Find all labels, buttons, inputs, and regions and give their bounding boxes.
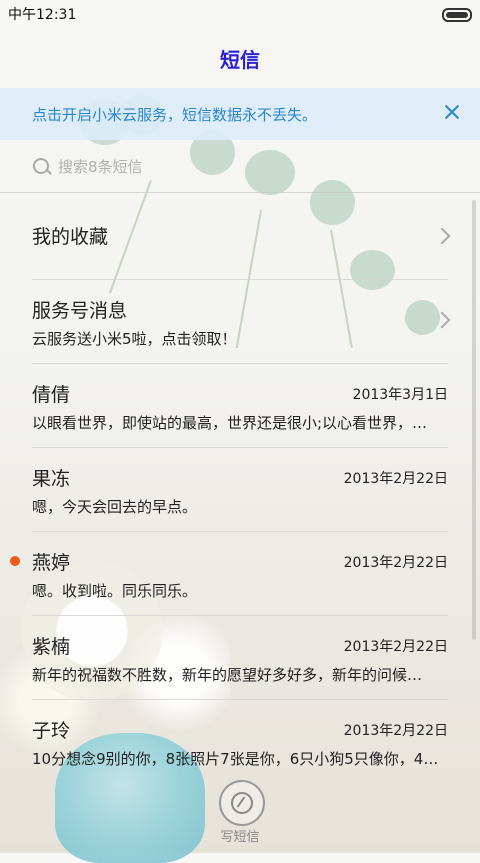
conversation-name: 我的收藏 bbox=[32, 226, 109, 248]
conversation-name: 子玲 bbox=[32, 720, 71, 742]
unread-dot-icon bbox=[10, 556, 20, 566]
conversation-preview: 新年的祝福数不胜数，新年的愿望好多好多，新年的问候… bbox=[32, 666, 423, 684]
conversation-date: 2013年2月22日 bbox=[343, 723, 448, 739]
divider bbox=[0, 192, 480, 193]
conversation-name: 紫楠 bbox=[32, 636, 71, 658]
conversation-preview: 以眼看世界，即使站的最高，世界还是很小;以心看世界，… bbox=[32, 414, 428, 432]
page-title: 短信 bbox=[220, 48, 260, 72]
battery-icon bbox=[442, 8, 472, 22]
conversation-date: 2013年2月22日 bbox=[343, 639, 448, 655]
list-item[interactable]: 子玲 2013年2月22日 10分想念9别的你，8张照片7张是你，6只小狗5只像… bbox=[0, 700, 480, 784]
conversation-preview: 10分想念9别的你，8张照片7张是你，6只小狗5只像你，4… bbox=[32, 750, 439, 768]
conversation-name: 果冻 bbox=[32, 468, 71, 490]
banner-text[interactable]: 点击开启小米云服务，短信数据永不丢失。 bbox=[32, 104, 317, 125]
search-bar[interactable]: 搜索8条短信 bbox=[0, 140, 480, 192]
conversation-date: 2013年2月22日 bbox=[343, 555, 448, 571]
conversation-preview: 嗯，今天会回去的早点。 bbox=[32, 498, 198, 516]
conversation-preview: 云服务送小米5啦，点击领取！ bbox=[32, 330, 237, 348]
compose-button[interactable] bbox=[219, 780, 265, 826]
conversation-name: 燕婷 bbox=[32, 552, 71, 574]
scrollbar[interactable] bbox=[472, 200, 476, 640]
close-icon[interactable] bbox=[440, 100, 464, 124]
chevron-right-icon bbox=[433, 227, 451, 245]
search-icon bbox=[33, 158, 49, 174]
list-item-favorites[interactable]: 我的收藏 bbox=[0, 196, 480, 280]
cloud-service-banner[interactable]: 点击开启小米云服务，短信数据永不丢失。 bbox=[0, 88, 480, 140]
conversation-name: 服务号消息 bbox=[32, 300, 128, 322]
conversation-date: 2013年3月1日 bbox=[352, 387, 448, 403]
list-item[interactable]: 紫楠 2013年2月22日 新年的祝福数不胜数，新年的愿望好多好多，新年的问候… bbox=[0, 616, 480, 700]
list-item[interactable]: 果冻 2013年2月22日 嗯，今天会回去的早点。 bbox=[0, 448, 480, 532]
list-item[interactable]: 倩倩 2013年3月1日 以眼看世界，即使站的最高，世界还是很小;以心看世界，… bbox=[0, 364, 480, 448]
conversation-name: 倩倩 bbox=[32, 384, 71, 406]
status-bar: 中午12:31 bbox=[0, 0, 480, 28]
chevron-right-icon bbox=[433, 311, 451, 329]
list-item[interactable]: 燕婷 2013年2月22日 嗯。收到啦。同乐同乐。 bbox=[0, 532, 480, 616]
compose-pen-icon bbox=[231, 792, 253, 814]
conversation-preview: 嗯。收到啦。同乐同乐。 bbox=[32, 582, 198, 600]
compose-label[interactable]: 写短信 bbox=[0, 826, 480, 845]
list-item-service-messages[interactable]: 服务号消息 云服务送小米5啦，点击领取！ bbox=[0, 280, 480, 364]
search-input[interactable]: 搜索8条短信 bbox=[58, 156, 143, 177]
status-time: 中午12:31 bbox=[8, 7, 77, 23]
conversation-date: 2013年2月22日 bbox=[343, 471, 448, 487]
